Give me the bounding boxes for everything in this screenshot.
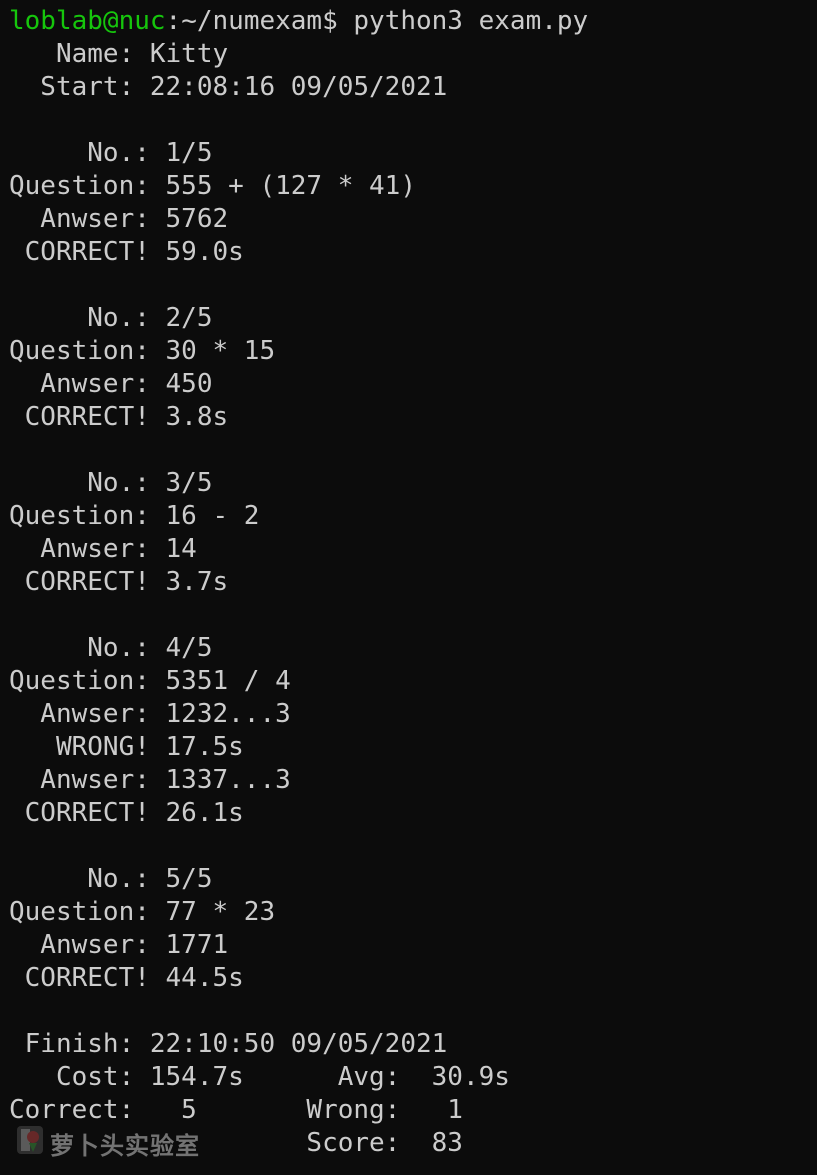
question-line: Question: 5351 / 4 bbox=[9, 666, 291, 696]
question-number-line: No.: 3/5 bbox=[9, 468, 213, 498]
question-line: Question: 16 - 2 bbox=[9, 501, 260, 531]
result-line: CORRECT! 26.1s bbox=[9, 798, 244, 828]
watermark-text: 萝卜头实验室 bbox=[50, 1131, 200, 1160]
question-number-line: No.: 1/5 bbox=[9, 138, 213, 168]
question-number-line: No.: 4/5 bbox=[9, 633, 213, 663]
name-line: Name: Kitty bbox=[9, 39, 229, 69]
answer-line: Anwser: 1771 bbox=[9, 930, 229, 960]
start-line: Start: 22:08:16 09/05/2021 bbox=[9, 72, 448, 102]
radish-logo-icon bbox=[16, 1125, 44, 1162]
finish-line: Finish: 22:10:50 09/05/2021 bbox=[9, 1029, 448, 1059]
answer-line: Anwser: 1232...3 bbox=[9, 699, 291, 729]
question-number-line: No.: 2/5 bbox=[9, 303, 213, 333]
result-line: CORRECT! 59.0s bbox=[9, 237, 244, 267]
question-line: Question: 555 + (127 * 41) bbox=[9, 171, 416, 201]
question-line: Question: 30 * 15 bbox=[9, 336, 276, 366]
question-number-line: No.: 5/5 bbox=[9, 864, 213, 894]
prompt-command: python3 exam.py bbox=[353, 6, 589, 36]
answer-line: Anwser: 14 bbox=[9, 534, 197, 564]
prompt-line: loblab@nuc:~/numexam$ python3 exam.py bbox=[9, 5, 809, 38]
result-line: CORRECT! 3.7s bbox=[9, 567, 229, 597]
terminal-output[interactable]: loblab@nuc:~/numexam$ python3 exam.py Na… bbox=[9, 5, 809, 1160]
prompt-path: :~/numexam$ bbox=[165, 6, 354, 36]
cost-avg-line: Cost: 154.7s Avg: 30.9s bbox=[9, 1062, 510, 1092]
watermark: 萝卜头实验室 bbox=[16, 1125, 200, 1162]
question-line: Question: 77 * 23 bbox=[9, 897, 276, 927]
result-line: CORRECT! 44.5s bbox=[9, 963, 244, 993]
result-line: CORRECT! 3.8s bbox=[9, 402, 229, 432]
prompt-user-host: loblab@nuc bbox=[9, 6, 166, 36]
answer-line: Anwser: 1337...3 bbox=[9, 765, 291, 795]
result-line: WRONG! 17.5s bbox=[9, 732, 244, 762]
correct-wrong-line: Correct: 5 Wrong: 1 bbox=[9, 1095, 463, 1125]
answer-line: Anwser: 5762 bbox=[9, 204, 229, 234]
answer-line: Anwser: 450 bbox=[9, 369, 213, 399]
